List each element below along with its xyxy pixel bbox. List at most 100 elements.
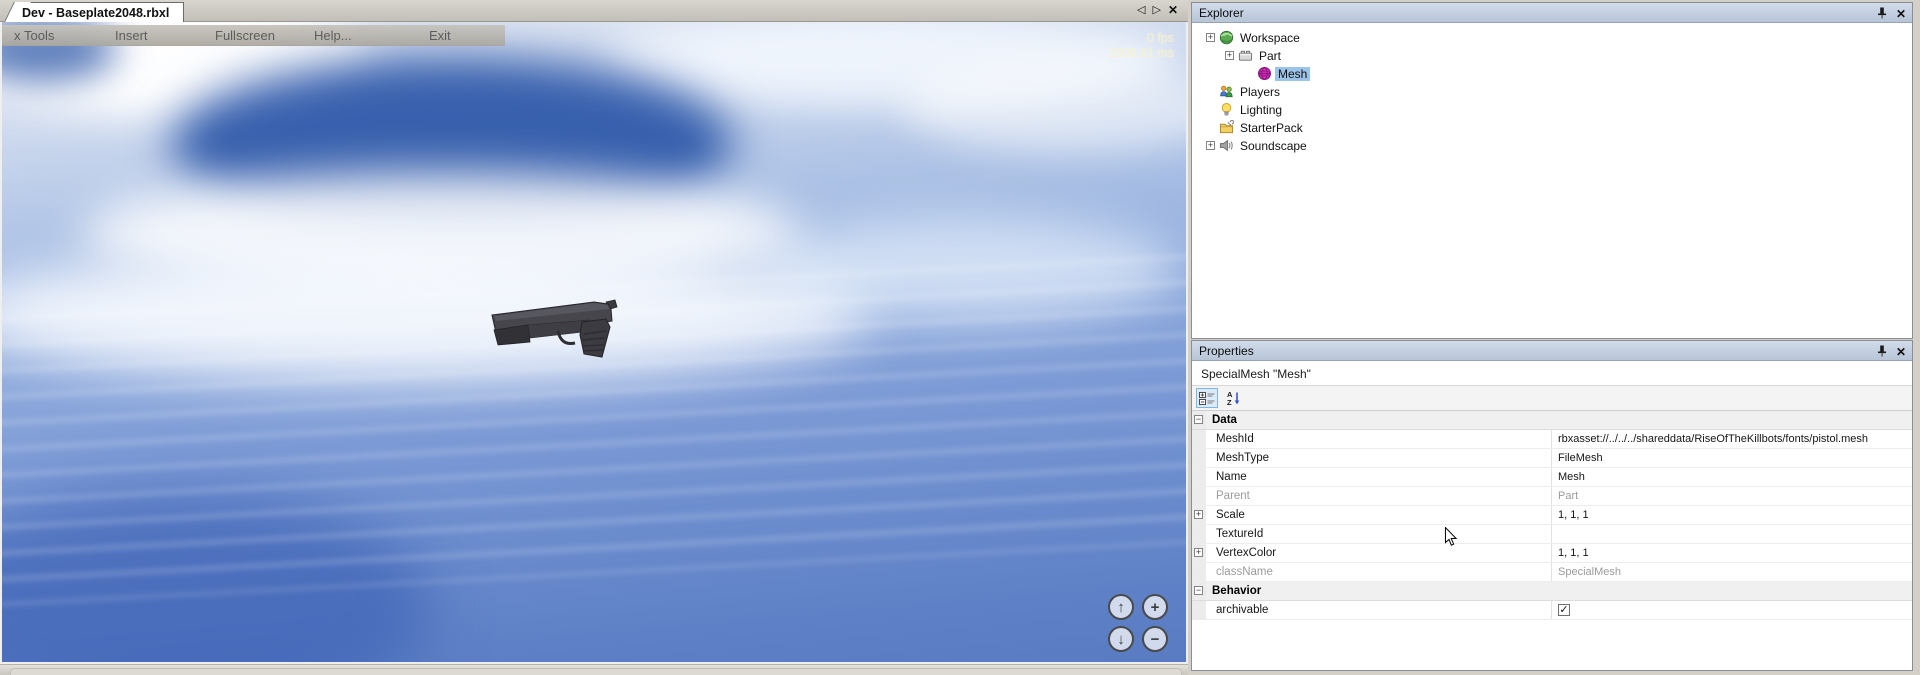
- expand-icon[interactable]: −: [1194, 415, 1203, 424]
- tree-item-soundscape[interactable]: + Soundscape: [1192, 137, 1912, 155]
- zoom-in-button[interactable]: +: [1142, 594, 1168, 620]
- grid-gutter: [1192, 468, 1206, 486]
- taskbar-hint: [10, 668, 1182, 675]
- tree-item-lighting[interactable]: Lighting: [1192, 101, 1912, 119]
- tree-item-part[interactable]: + Part: [1192, 47, 1912, 65]
- property-name: Name: [1216, 471, 1247, 483]
- selected-object-label[interactable]: SpecialMesh "Mesh": [1192, 362, 1912, 386]
- property-row-scale[interactable]: + Scale 1, 1, 1: [1192, 506, 1912, 525]
- mesh-icon: [1257, 66, 1272, 81]
- camera-controls: ↑ + ↓−: [1108, 594, 1170, 654]
- tab-scroll-left-button[interactable]: ◁: [1137, 3, 1145, 17]
- part-icon: [1238, 48, 1253, 63]
- expand-icon[interactable]: +: [1206, 141, 1215, 150]
- expand-icon[interactable]: −: [1194, 586, 1203, 595]
- property-row-name[interactable]: Name Mesh: [1192, 468, 1912, 487]
- frame-time-value: 2009.91 ms: [1109, 46, 1174, 61]
- section-label: Data: [1212, 414, 1237, 426]
- expand-icon[interactable]: +: [1206, 33, 1215, 42]
- pin-icon[interactable]: [1877, 345, 1887, 360]
- property-row-parent[interactable]: Parent Part: [1192, 487, 1912, 506]
- properties-header: Properties ✕: [1192, 341, 1912, 361]
- soundscape-icon: [1219, 138, 1234, 153]
- property-name: Scale: [1216, 509, 1245, 521]
- property-value[interactable]: 1, 1, 1: [1551, 544, 1912, 562]
- section-label: Behavior: [1212, 585, 1261, 597]
- alphabetical-sort-button[interactable]: AZ: [1222, 388, 1244, 408]
- tilt-up-button[interactable]: ↑: [1108, 594, 1134, 620]
- pin-icon[interactable]: [1877, 7, 1887, 22]
- tab-close-button[interactable]: ✕: [1168, 3, 1178, 17]
- menu-item-help[interactable]: Help...: [314, 28, 352, 43]
- property-value[interactable]: 1, 1, 1: [1551, 506, 1912, 524]
- property-value: SpecialMesh: [1551, 563, 1912, 581]
- tree-item-label: StarterPack: [1237, 121, 1306, 135]
- expand-icon[interactable]: +: [1194, 548, 1203, 557]
- svg-text:Z: Z: [1227, 398, 1232, 406]
- property-name: MeshType: [1216, 452, 1269, 464]
- property-name: MeshId: [1216, 433, 1254, 445]
- grid-gutter: [1192, 525, 1206, 543]
- menu-close-glyph[interactable]: x: [14, 28, 21, 43]
- properties-toolbar: AZ: [1192, 386, 1912, 411]
- pistol-mesh-object[interactable]: [486, 288, 626, 363]
- menu-item-insert[interactable]: Insert: [115, 28, 148, 43]
- property-row-textureid[interactable]: TextureId: [1192, 525, 1912, 544]
- property-row-archivable[interactable]: archivable✓: [1192, 601, 1912, 620]
- tree-item-starterpack[interactable]: StarterPack: [1192, 119, 1912, 137]
- property-name: archivable: [1216, 604, 1268, 616]
- property-row-vertexcolor[interactable]: +VertexColor1, 1, 1: [1192, 544, 1912, 563]
- tree-item-label: Part: [1256, 49, 1284, 63]
- property-name: className: [1216, 566, 1273, 578]
- explorer-close-icon[interactable]: ✕: [1896, 8, 1906, 21]
- document-area: Dev - Baseplate2048.rbxl ◁ ▷ ✕: [0, 0, 1188, 675]
- cloud: [902, 62, 1188, 152]
- document-tab[interactable]: Dev - Baseplate2048.rbxl: [16, 2, 184, 22]
- 3d-viewport[interactable]: x Tools Insert Fullscreen Help... Exit 0 fps…: [0, 22, 1188, 664]
- tilt-down-button[interactable]: ↓: [1108, 626, 1134, 652]
- zoom-out-button[interactable]: −: [1142, 626, 1168, 652]
- property-value[interactable]: [1551, 525, 1912, 543]
- tree-item-workspace[interactable]: + Workspace: [1192, 29, 1912, 47]
- property-name: Parent: [1216, 490, 1250, 502]
- property-value[interactable]: Mesh: [1551, 468, 1912, 486]
- property-row-meshid[interactable]: MeshId rbxasset://../../../shareddata/Ris…: [1192, 430, 1912, 449]
- mouse-cursor: [1442, 527, 1460, 547]
- tab-scroll-right-button[interactable]: ▷: [1152, 3, 1160, 17]
- tree-item-players[interactable]: Players: [1192, 83, 1912, 101]
- property-row-classname[interactable]: className SpecialMesh: [1192, 563, 1912, 582]
- document-tab-bar: Dev - Baseplate2048.rbxl ◁ ▷ ✕: [0, 0, 1188, 22]
- starterpack-icon: [1219, 120, 1234, 135]
- roblox-studio-window: Dev - Baseplate2048.rbxl ◁ ▷ ✕: [0, 0, 1920, 675]
- properties-panel: Properties ✕ SpecialMesh "Mesh" AZ −Data…: [1191, 340, 1913, 671]
- grid-gutter: [1192, 563, 1206, 581]
- tree-item-mesh[interactable]: Mesh: [1192, 65, 1912, 83]
- menu-bar: x Tools Insert Fullscreen Help... Exit: [2, 25, 505, 46]
- section-row-behavior: −Behavior: [1192, 582, 1912, 601]
- properties-close-icon[interactable]: ✕: [1896, 346, 1906, 359]
- categorized-view-button[interactable]: [1196, 388, 1218, 408]
- lighting-icon: [1219, 102, 1234, 117]
- bottom-strip: [0, 664, 1188, 675]
- explorer-title: Explorer: [1199, 6, 1244, 20]
- menu-item-exit[interactable]: Exit: [429, 28, 451, 43]
- grid-gutter: [1192, 449, 1206, 467]
- property-value[interactable]: [1551, 601, 1912, 619]
- grid-gutter: [1192, 430, 1206, 448]
- property-row-meshtype[interactable]: MeshType FileMesh: [1192, 449, 1912, 468]
- property-value[interactable]: FileMesh: [1551, 449, 1912, 467]
- section-row-data: −Data: [1192, 411, 1912, 430]
- properties-title: Properties: [1199, 344, 1254, 358]
- tree-item-label: Workspace: [1237, 31, 1303, 45]
- tree-item-label: Soundscape: [1237, 139, 1310, 153]
- menu-item-tools[interactable]: Tools: [24, 28, 54, 43]
- expand-icon[interactable]: +: [1225, 51, 1234, 60]
- expand-icon[interactable]: +: [1194, 510, 1203, 519]
- property-value: Part: [1551, 487, 1912, 505]
- fps-value: 0 fps: [1109, 31, 1174, 46]
- property-value[interactable]: rbxasset://../../../shareddata/RiseOfThe…: [1551, 430, 1912, 448]
- menu-item-fullscreen[interactable]: Fullscreen: [215, 28, 275, 43]
- players-icon: [1219, 84, 1234, 99]
- property-name: TextureId: [1216, 528, 1263, 540]
- tree-item-label: Mesh: [1275, 67, 1310, 81]
